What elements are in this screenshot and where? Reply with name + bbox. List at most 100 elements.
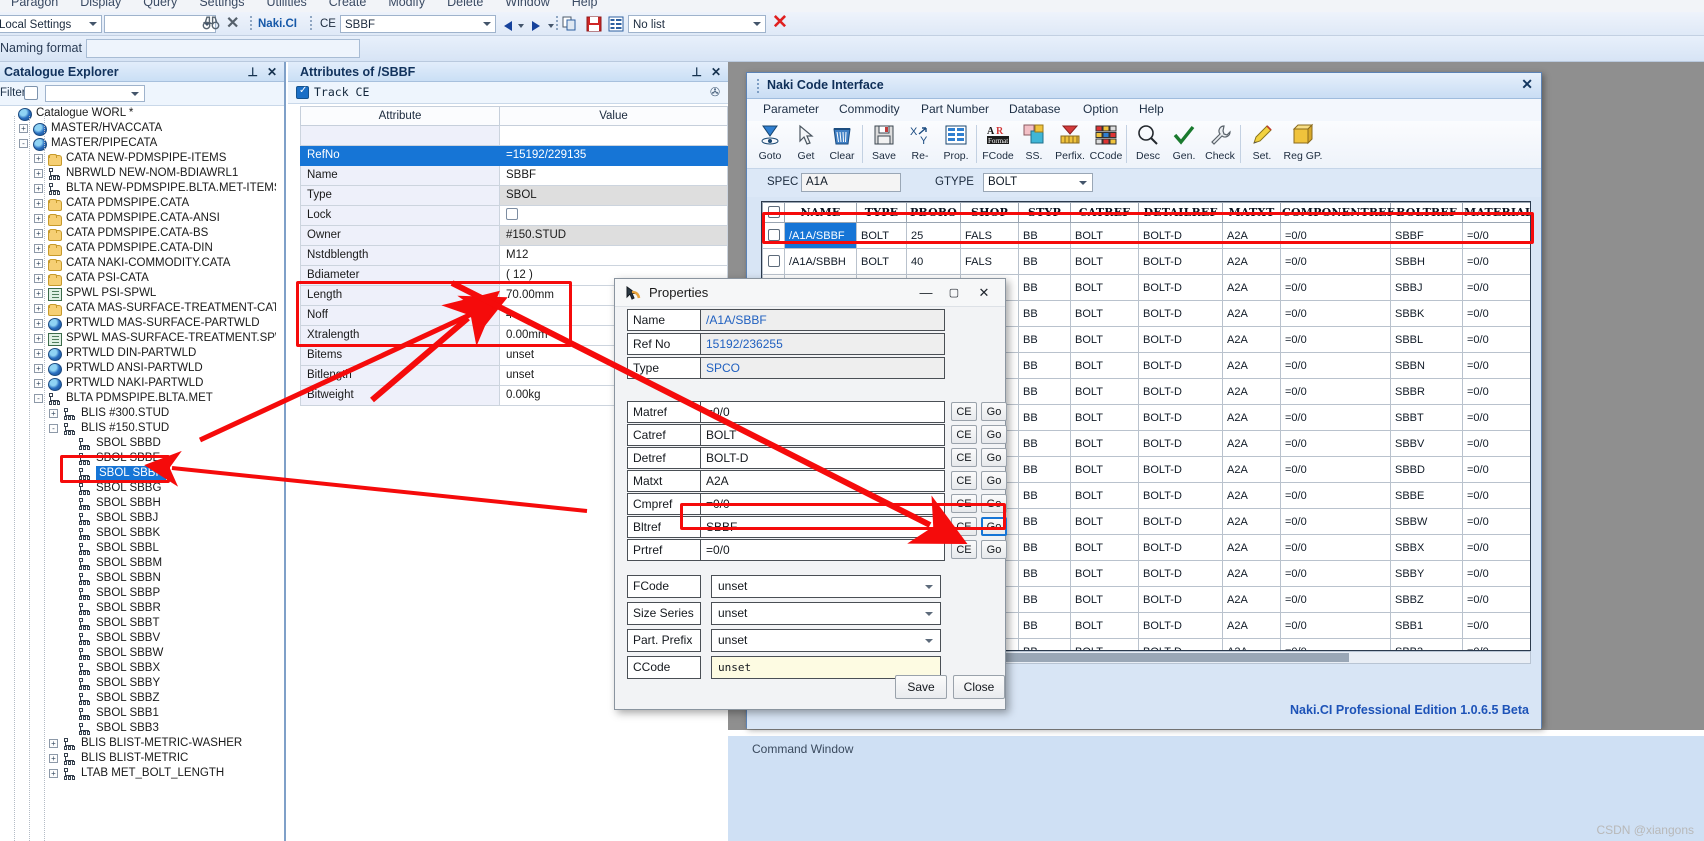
tree-expander-icon[interactable]: +: [49, 769, 58, 778]
cell-STYP[interactable]: BB: [1018, 222, 1071, 249]
save-icon[interactable]: [586, 16, 602, 34]
cell-MATXT[interactable]: A2A: [1222, 300, 1281, 327]
cell-NAME[interactable]: /A1A/SBBF: [784, 222, 857, 249]
ce-button[interactable]: CE: [951, 448, 977, 467]
row-select-cell[interactable]: [762, 248, 785, 275]
cell-COMPONENTREF[interactable]: =0/0: [1280, 430, 1391, 457]
property-input[interactable]: BOLT: [701, 424, 945, 446]
main-menubar[interactable]: Paragon Display Query Settings Utilities Crea…: [0, 0, 1704, 12]
cell-CATREF[interactable]: BOLT: [1070, 378, 1139, 405]
cell-MATXT[interactable]: A2A: [1222, 638, 1281, 650]
select-all-checkbox[interactable]: [767, 206, 780, 218]
cell-COMPONENTREF[interactable]: =0/0: [1280, 300, 1391, 327]
cell-MATERIALREF[interactable]: =0/0: [1462, 248, 1530, 275]
cell-CATREF[interactable]: BOLT: [1070, 456, 1139, 483]
cell-STYP[interactable]: BB: [1018, 326, 1071, 353]
tree-expander-icon[interactable]: +: [34, 289, 43, 298]
cell-STYP[interactable]: BB: [1018, 456, 1071, 483]
cell-STYP[interactable]: BB: [1018, 638, 1071, 650]
lock-checkbox[interactable]: [506, 208, 518, 220]
cell-MATERIALREF[interactable]: =0/0: [1462, 378, 1530, 405]
ce-input[interactable]: SBBF: [340, 15, 496, 33]
cell-CATREF[interactable]: BOLT: [1070, 586, 1139, 613]
cell-MATERIALREF[interactable]: =0/0: [1462, 326, 1530, 353]
cell-BOLTREF[interactable]: SBBJ: [1390, 274, 1463, 301]
cell-CATREF[interactable]: BOLT: [1070, 326, 1139, 353]
cell-DETAILREF[interactable]: BOLT-D: [1138, 482, 1223, 509]
naki-menubar[interactable]: Parameter Commodity Part Number Database Opt…: [747, 99, 1541, 121]
tree-expander-icon[interactable]: +: [34, 379, 43, 388]
naki-toolbar-re[interactable]: X Y Re-: [903, 123, 937, 162]
tree-node[interactable]: SBOL SBBG: [0, 481, 276, 496]
naki-column-MATXT[interactable]: MATXT: [1222, 202, 1281, 223]
cell-BOLTREF[interactable]: SBB1: [1390, 612, 1463, 639]
naki-toolbar-prop[interactable]: Prop.: [939, 123, 973, 162]
cell-MATERIALREF[interactable]: =0/0: [1462, 560, 1530, 587]
tree-node[interactable]: + PRTWLD ANSI-PARTWLD: [0, 361, 276, 376]
close-x-icon[interactable]: ✕: [226, 15, 239, 33]
cell-COMPONENTREF[interactable]: =0/0: [1280, 586, 1391, 613]
cell-DETAILREF[interactable]: BOLT-D: [1138, 326, 1223, 353]
ce-button[interactable]: CE: [951, 517, 977, 536]
cell-MATXT[interactable]: A2A: [1222, 612, 1281, 639]
table-row[interactable]: /A1A/SBBH BOLT 40 FALS BB BOLT BOLT-D A2A =0/0 SB…: [762, 248, 1530, 275]
attribute-row[interactable]: Type SBOL: [300, 186, 728, 206]
tree-node[interactable]: SBOL SBBW: [0, 646, 276, 661]
forward-arrow-icon[interactable]: [532, 21, 540, 31]
attribute-value[interactable]: SBOL: [500, 186, 728, 206]
tree-node[interactable]: SBOL SBBZ: [0, 691, 276, 706]
cell-COMPONENTREF[interactable]: =0/0: [1280, 560, 1391, 587]
main-toolbar[interactable]: Local Settings ✕ Naki.CI CE SBBF No list…: [0, 12, 1704, 36]
tree-node[interactable]: + BLIS BLIST-METRIC-WASHER: [0, 736, 276, 751]
attribute-value[interactable]: SBBF: [500, 166, 728, 186]
cell-CATREF[interactable]: BOLT: [1070, 300, 1139, 327]
cell-STYP[interactable]: BB: [1018, 378, 1071, 405]
cell-CATREF[interactable]: BOLT: [1070, 508, 1139, 535]
naki-menu-parameter[interactable]: Parameter: [763, 102, 819, 116]
tree-expander-icon[interactable]: -: [49, 424, 58, 433]
close-icon[interactable]: ✕: [1521, 76, 1533, 93]
cell-BOLTREF[interactable]: SBBV: [1390, 430, 1463, 457]
menu-item-paragon[interactable]: Paragon: [0, 0, 69, 9]
naki-menu-help[interactable]: Help: [1139, 102, 1164, 116]
property-input[interactable]: SBBF: [701, 516, 945, 538]
gtype-select[interactable]: BOLT: [983, 173, 1093, 192]
naki-toolbar-desc[interactable]: Desc: [1131, 123, 1165, 162]
cell-MATERIALREF[interactable]: =0/0: [1462, 638, 1530, 650]
cell-BOLTREF[interactable]: SBBF: [1390, 222, 1463, 249]
tree-node[interactable]: + BLTA NEW-PDMSPIPE.BLTA.MET-ITEMS: [0, 181, 276, 196]
cell-MATXT[interactable]: A2A: [1222, 222, 1281, 249]
property-input[interactable]: =0/0: [701, 493, 945, 515]
cell-MATERIALREF[interactable]: =0/0: [1462, 482, 1530, 509]
cell-STYP[interactable]: BB: [1018, 430, 1071, 457]
cell-DETAILREF[interactable]: BOLT-D: [1138, 612, 1223, 639]
property-input[interactable]: A2A: [701, 470, 945, 492]
naki-toolbar-fcode[interactable]: A R Format FCode: [981, 123, 1015, 162]
ce-button[interactable]: CE: [951, 425, 977, 444]
tree-node[interactable]: SBOL SBBV: [0, 631, 276, 646]
tree-node[interactable]: SBOL SBBY: [0, 676, 276, 691]
row-select-cell[interactable]: [762, 222, 785, 249]
cell-MATXT[interactable]: A2A: [1222, 508, 1281, 535]
ce-button[interactable]: CE: [951, 494, 977, 513]
row-checkbox[interactable]: [767, 255, 780, 267]
cell-MATXT[interactable]: A2A: [1222, 482, 1281, 509]
cell-DETAILREF[interactable]: BOLT-D: [1138, 274, 1223, 301]
cell-STYP[interactable]: BB: [1018, 404, 1071, 431]
naki-column-STYP[interactable]: STYP: [1018, 202, 1071, 223]
cell-STYP[interactable]: BB: [1018, 586, 1071, 613]
cell-MATERIALREF[interactable]: =0/0: [1462, 274, 1530, 301]
tree-expander-icon[interactable]: +: [34, 229, 43, 238]
naki-toolbar-gen[interactable]: Gen.: [1167, 123, 1201, 162]
cell-MATERIALREF[interactable]: =0/0: [1462, 404, 1530, 431]
tree-node[interactable]: + SPWL PSI-SPWL: [0, 286, 276, 301]
property-input[interactable]: =0/0: [701, 539, 945, 561]
naki-ci-link[interactable]: Naki.CI: [258, 15, 297, 33]
cell-COMPONENTREF[interactable]: =0/0: [1280, 326, 1391, 353]
cell-COMPONENTREF[interactable]: =0/0: [1280, 352, 1391, 379]
maximize-icon[interactable]: ▢: [943, 283, 965, 303]
go-button[interactable]: Go: [981, 471, 1007, 490]
tree-node[interactable]: SBOL SBBP: [0, 586, 276, 601]
tree-node[interactable]: + CATA PDMSPIPE.CATA-ANSI: [0, 211, 276, 226]
naki-column-NAME[interactable]: NAME: [784, 202, 857, 223]
